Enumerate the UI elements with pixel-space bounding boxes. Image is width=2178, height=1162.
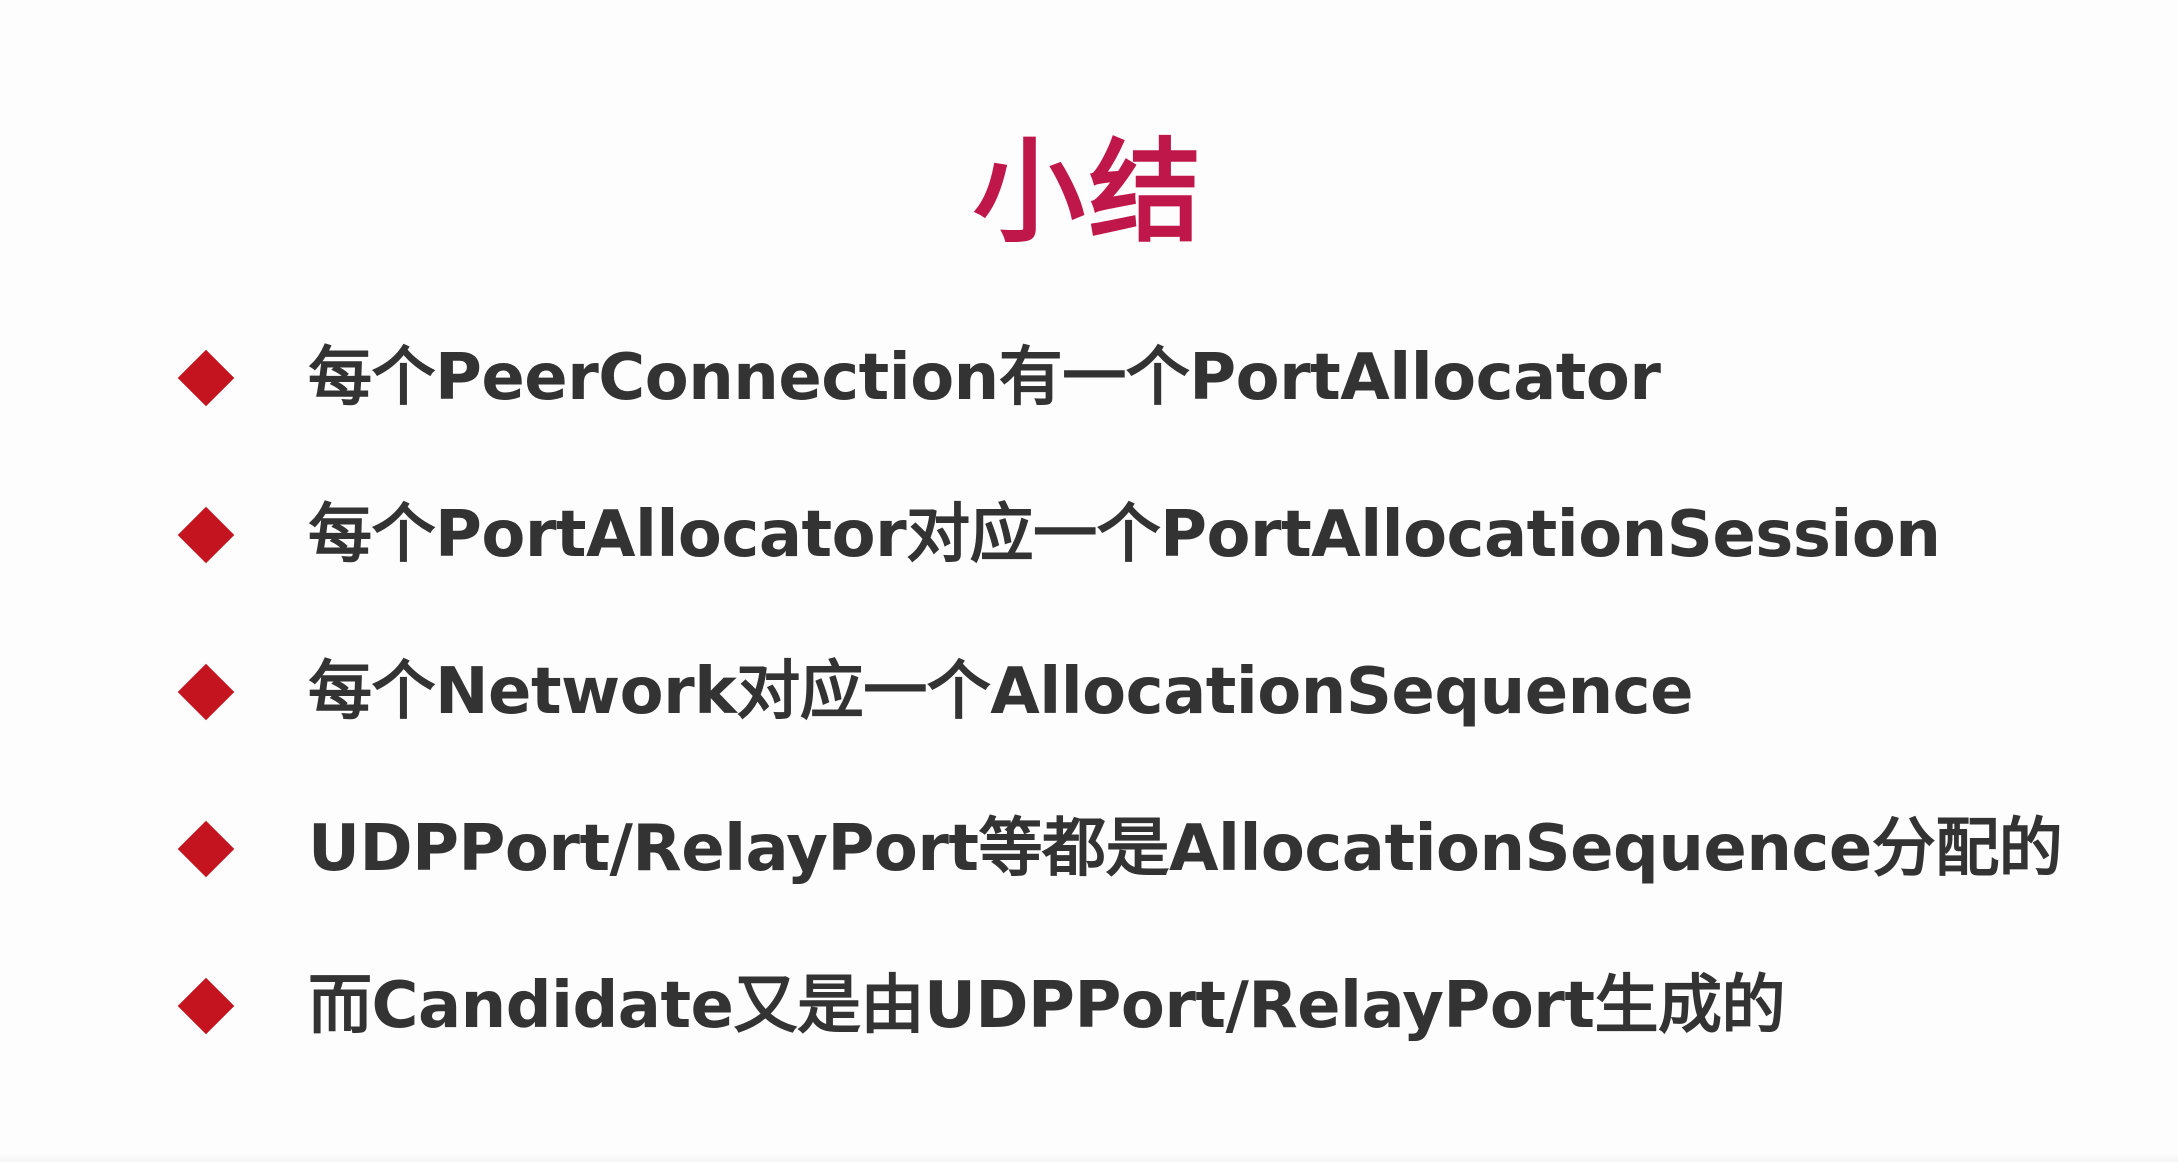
diamond-icon <box>177 506 235 564</box>
bullet-item: 每个PortAllocator对应一个PortAllocationSession <box>176 489 2062 646</box>
bullet-item: 每个Network对应一个AllocationSequence <box>176 646 2062 803</box>
bullet-item: 每个PeerConnection有一个PortAllocator <box>176 332 2062 489</box>
slide-title: 小结 <box>973 128 1205 258</box>
bullet-text: 每个Network对应一个AllocationSequence <box>308 655 1694 729</box>
bullet-text: UDPPort/RelayPort等都是AllocationSequence分配… <box>308 812 2063 886</box>
diamond-icon <box>177 977 235 1035</box>
diamond-icon <box>177 663 235 721</box>
slide: 小结 每个PeerConnection有一个PortAllocator 每个Po… <box>0 0 2178 1162</box>
bottom-edge-shade <box>0 1154 2178 1162</box>
bullet-item: UDPPort/RelayPort等都是AllocationSequence分配… <box>176 803 2063 960</box>
diamond-icon <box>177 820 235 878</box>
diamond-icon <box>177 349 235 407</box>
bullet-item: 而Candidate又是由UDPPort/RelayPort生成的 <box>176 960 2062 1117</box>
bullet-text: 每个PeerConnection有一个PortAllocator <box>308 341 1661 415</box>
bullet-text: 而Candidate又是由UDPPort/RelayPort生成的 <box>308 969 1785 1043</box>
bullet-text: 每个PortAllocator对应一个PortAllocationSession <box>308 498 1941 572</box>
bullet-list: 每个PeerConnection有一个PortAllocator 每个PortA… <box>176 332 2063 1117</box>
